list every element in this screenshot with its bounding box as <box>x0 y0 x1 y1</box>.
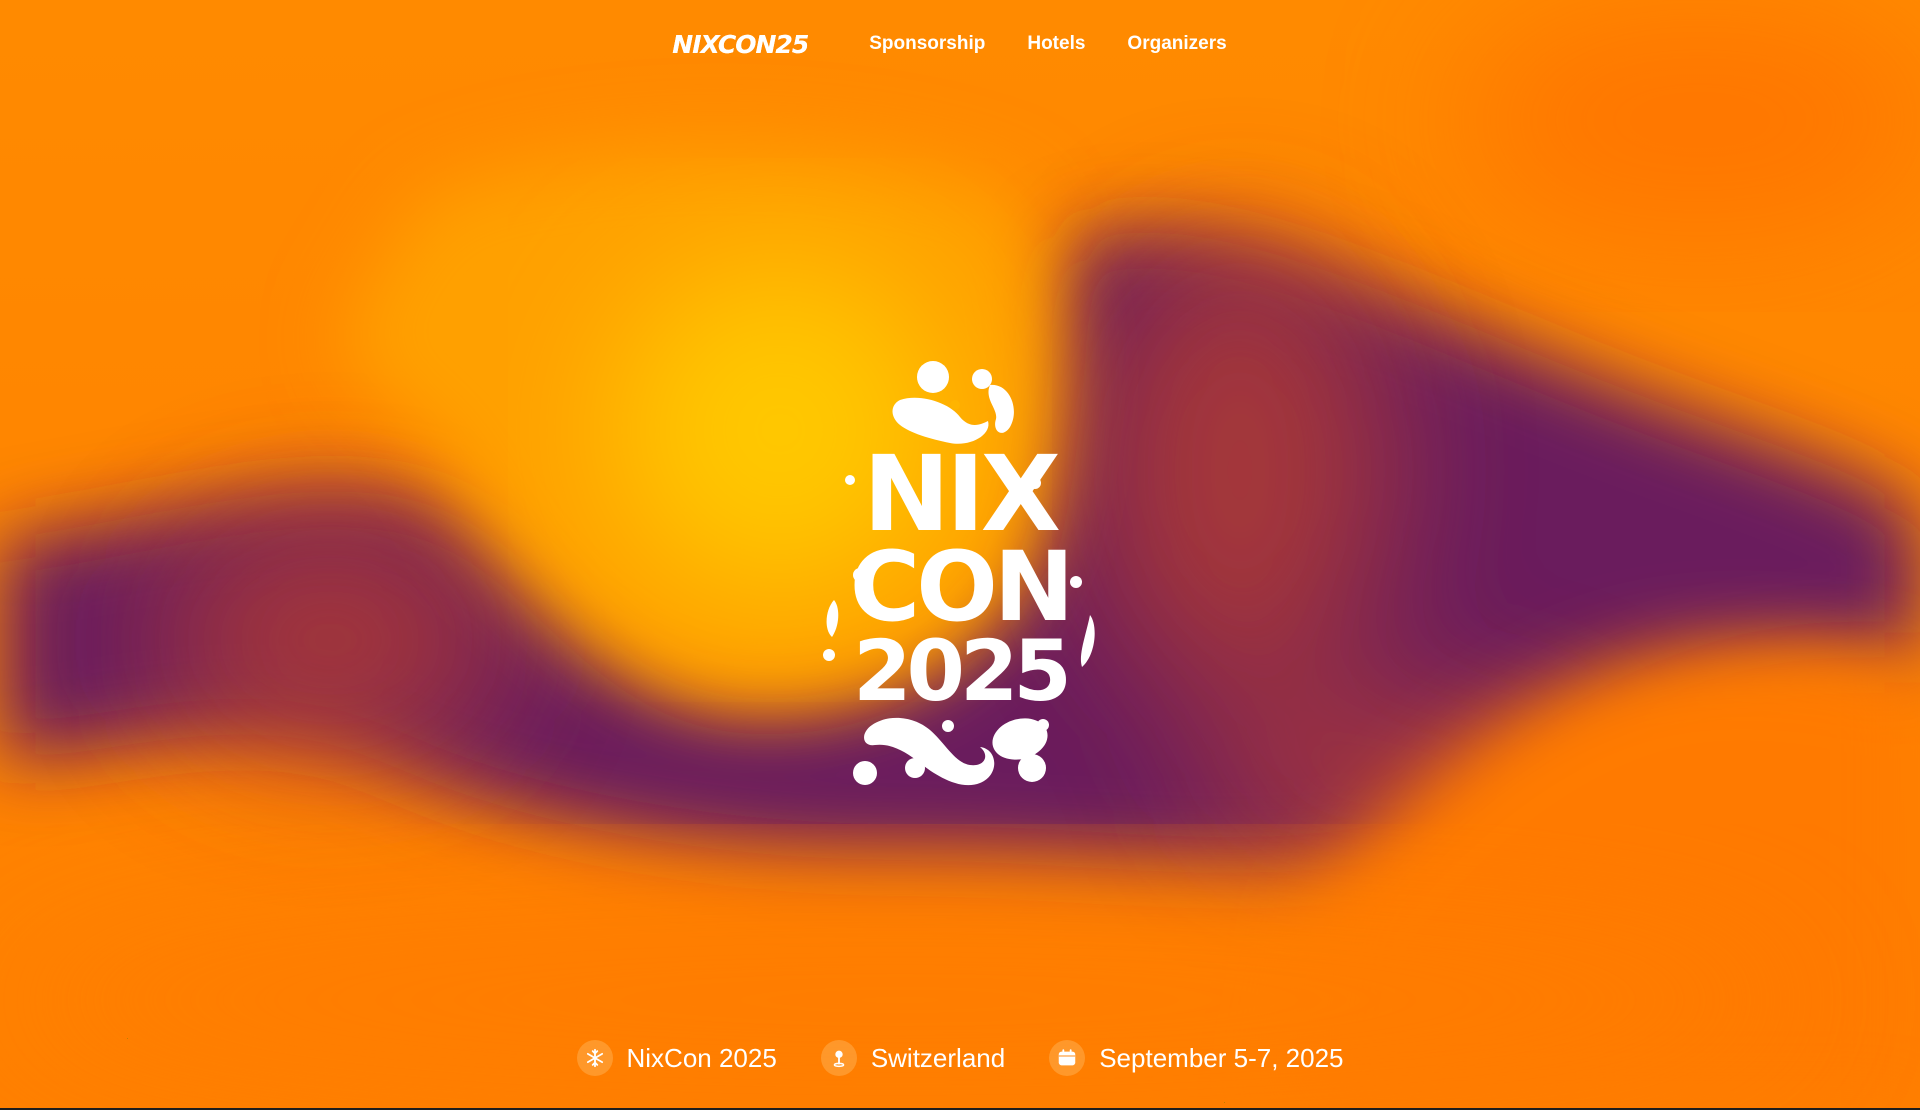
nav-link-sponsorship[interactable]: Sponsorship <box>869 33 985 55</box>
info-item-location: Switzerland <box>820 1040 1006 1076</box>
page: NIXCON25 Sponsorship Hotels Organizers N… <box>0 0 1920 1110</box>
nav-logo-text: NIXCON25 <box>672 29 809 59</box>
info-date: September 5-7, 2025 <box>1099 1042 1344 1073</box>
nav-link-organizers[interactable]: Organizers <box>1127 33 1226 55</box>
info-event-name: NixCon 2025 <box>626 1042 777 1073</box>
calendar-icon <box>1049 1040 1086 1076</box>
snowflake-icon <box>576 1040 613 1076</box>
event-info-bar: NixCon 2025 Switzerland September 5-7, 2… <box>0 1040 1920 1076</box>
info-location: Switzerland <box>870 1042 1006 1073</box>
logo-drops-bottom <box>853 717 1049 786</box>
map-pin-icon <box>820 1040 857 1076</box>
top-nav: NIXCON25 Sponsorship Hotels Organizers <box>0 26 1920 62</box>
logo-line-2025: 2025 <box>853 622 1067 720</box>
hero-logo: NIX CON 2025 <box>820 355 1100 795</box>
info-item-date: September 5-7, 2025 <box>1049 1040 1344 1076</box>
hero-logo-graphic: NIX CON 2025 <box>823 361 1095 786</box>
nav-link-hotels[interactable]: Hotels <box>1027 33 1085 55</box>
info-item-event: NixCon 2025 <box>576 1040 777 1076</box>
nav-logo[interactable]: NIXCON25 <box>672 26 809 62</box>
